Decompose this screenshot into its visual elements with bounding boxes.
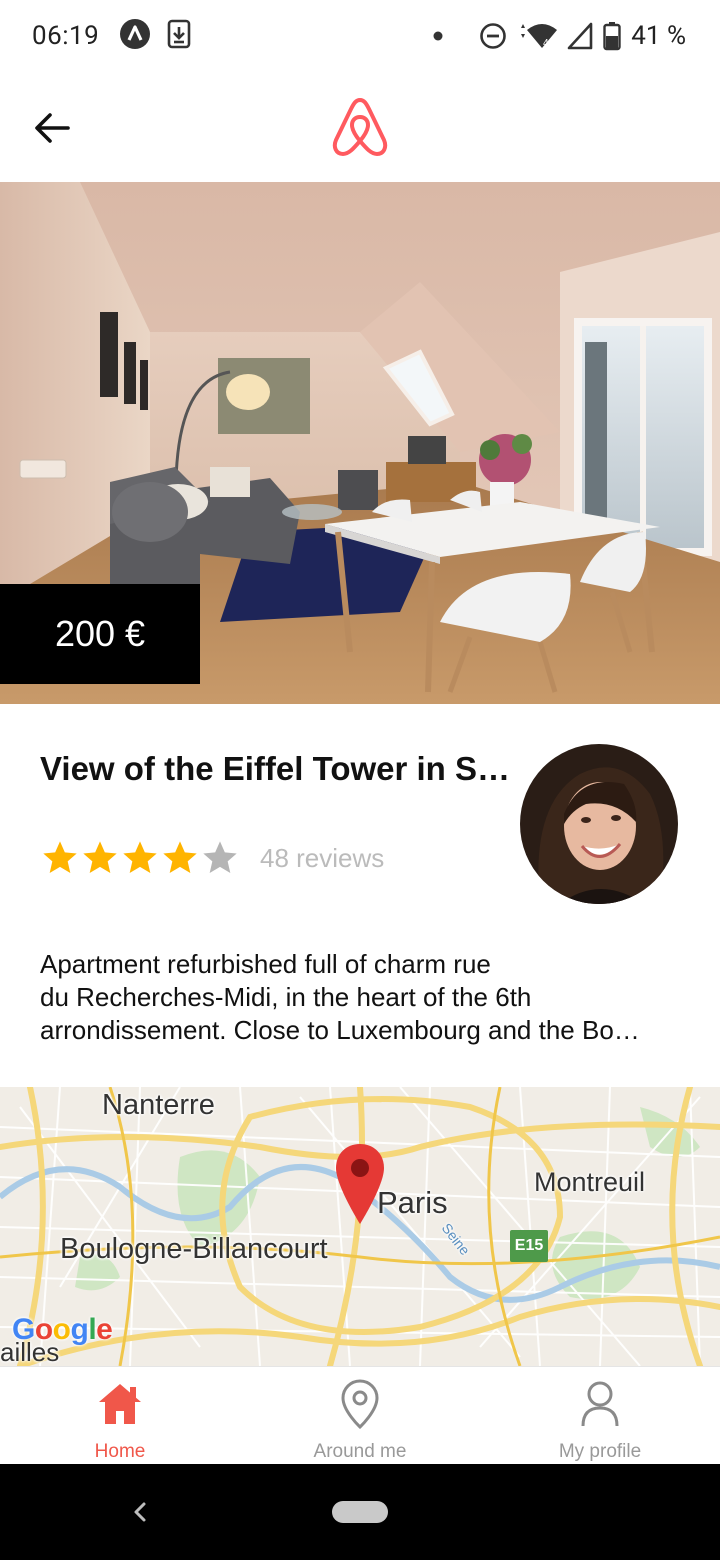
home-icon: [94, 1377, 146, 1431]
system-back-icon[interactable]: [126, 1496, 152, 1528]
map-label-paris: Paris: [377, 1185, 448, 1220]
battery-icon: [603, 21, 621, 51]
host-avatar[interactable]: [520, 744, 678, 904]
listing-title: View of the Eiffel Tower in S…: [40, 750, 511, 787]
star-filled-icon: [80, 836, 120, 880]
star-filled-icon: [40, 836, 80, 880]
location-pin-icon: [334, 1377, 386, 1431]
nav-label-home: Home: [94, 1441, 146, 1462]
nav-label-my-profile: My profile: [558, 1441, 642, 1462]
signal-icon: [567, 22, 593, 50]
reviews-count[interactable]: 48 reviews: [260, 843, 384, 874]
nav-item-around-me[interactable]: Around me: [240, 1367, 480, 1464]
location-map[interactable]: Nanterre Paris Montreuil Boulogne-Billan…: [0, 1087, 720, 1366]
google-logo: Google: [12, 1313, 113, 1346]
star-rating: 48 reviews: [40, 836, 384, 880]
nav-label-around-me: Around me: [313, 1441, 407, 1462]
star-filled-icon: [120, 836, 160, 880]
listing-description: Apartment refurbished full of charm rue …: [40, 948, 680, 1047]
description-line: Apartment refurbished full of charm rue: [40, 949, 491, 979]
arrow-left-icon: [35, 113, 70, 143]
star-filled-icon: [160, 836, 200, 880]
wifi-icon: 4: [517, 22, 558, 50]
map-pin-icon[interactable]: [334, 1142, 386, 1226]
do-not-disturb-icon: [479, 22, 507, 50]
status-left-icons: [119, 18, 191, 54]
star-empty-icon: [200, 836, 240, 880]
back-button[interactable]: [26, 102, 78, 154]
price-tag: 200 €: [0, 584, 200, 684]
battery-percent: 41 %: [631, 21, 686, 51]
nav-item-my-profile[interactable]: My profile: [480, 1367, 720, 1464]
status-bar: 06:19 4 41 %: [0, 0, 720, 72]
app-header: [0, 72, 720, 182]
map-label-nanterre: Nanterre: [102, 1089, 215, 1121]
bottom-navigation: Home Around me My profile: [0, 1366, 720, 1464]
road-badge: E15: [510, 1230, 548, 1262]
dot-icon: [431, 29, 445, 43]
status-time: 06:19: [32, 21, 100, 51]
description-line: du Recherches-Midi, in the heart of the …: [40, 982, 532, 1012]
app-a-icon: [119, 18, 151, 54]
airbnb-logo-icon: [330, 96, 390, 158]
svg-text:4: 4: [543, 38, 549, 49]
system-home-pill[interactable]: [332, 1501, 388, 1523]
nav-item-home[interactable]: Home: [0, 1367, 240, 1464]
description-line: arrondissement. Close to Luxembourg and …: [40, 1015, 640, 1045]
download-icon: [167, 18, 191, 54]
map-label-boulogne: Boulogne-Billancourt: [60, 1233, 328, 1265]
system-navigation-bar: [0, 1464, 720, 1560]
user-icon: [574, 1377, 626, 1431]
status-right-icons: 4 41 %: [431, 0, 686, 72]
map-label-montreuil: Montreuil: [534, 1167, 646, 1197]
